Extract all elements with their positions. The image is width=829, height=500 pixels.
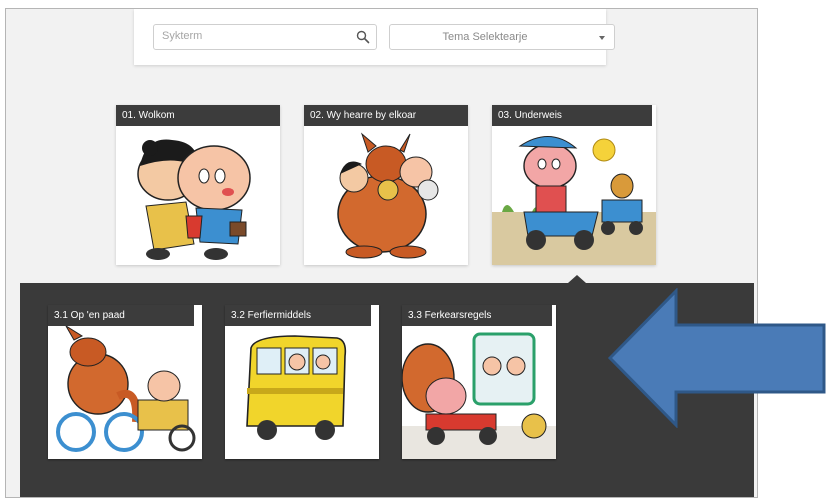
topic-card-underweis[interactable]: 03. Underweis xyxy=(492,105,656,265)
topic-title: 03. Underweis xyxy=(492,105,652,126)
subtopic-image-op-en-paad xyxy=(56,326,196,452)
subtopic-title: 3.3 Ferkearsregels xyxy=(402,305,552,326)
topic-image-wolkom xyxy=(137,139,251,260)
subtopic-card-ferfiermiddels[interactable]: 3.2 Ferfiermiddels xyxy=(225,305,379,459)
search-box[interactable] xyxy=(153,24,377,50)
subtopic-image-ferkearsregels xyxy=(402,332,556,459)
search-input[interactable] xyxy=(162,30,352,42)
topic-card-wolkom[interactable]: 01. Wolkom xyxy=(116,105,280,265)
subtopic-image-ferfiermiddels xyxy=(246,335,347,440)
topic-title: 02. Wy hearre by elkoar xyxy=(304,105,468,126)
subtopic-title: 3.1 Op 'en paad xyxy=(48,305,194,326)
subtopic-title: 3.2 Ferfiermiddels xyxy=(225,305,371,326)
theme-select-label: Tema Selektearje xyxy=(442,31,528,43)
subtopic-card-op-en-paad[interactable]: 3.1 Op 'en paad xyxy=(48,305,202,459)
caret-down-icon xyxy=(599,36,605,40)
theme-select[interactable]: Tema Selektearje xyxy=(389,24,615,50)
arrow-left-icon xyxy=(607,288,826,428)
topic-image-wy-hearre-by-elkoar xyxy=(337,132,439,259)
topic-title: 01. Wolkom xyxy=(116,105,280,126)
topic-image-underweis xyxy=(492,136,656,265)
subtopic-card-ferkearsregels[interactable]: 3.3 Ferkearsregels xyxy=(402,305,556,459)
filter-bar: Tema Selektearje xyxy=(134,9,615,65)
search-icon[interactable] xyxy=(356,30,370,44)
expand-pointer xyxy=(568,275,586,283)
topic-card-wy-hearre-by-elkoar[interactable]: 02. Wy hearre by elkoar xyxy=(304,105,468,265)
